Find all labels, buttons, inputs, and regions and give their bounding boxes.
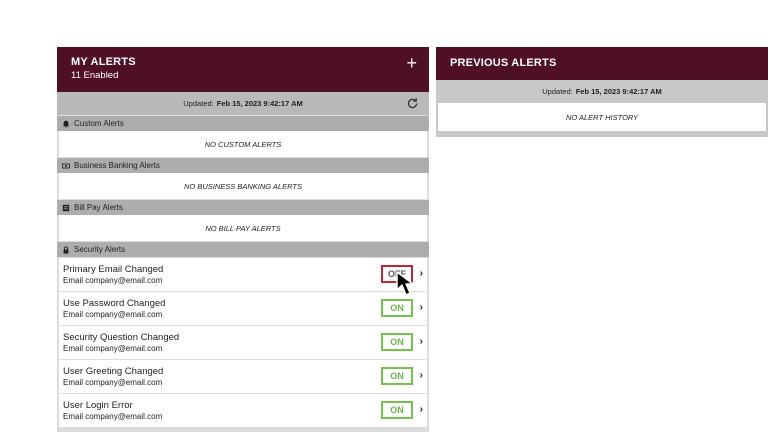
section-title: Custom Alerts xyxy=(74,119,124,128)
updated-value: Feb 15, 2023 9:42:17 AM xyxy=(575,87,662,96)
my-alerts-header: MY ALERTS 11 Enabled + xyxy=(57,47,429,92)
section-title: Bill Pay Alerts xyxy=(74,203,123,212)
alert-title: User Greeting Changed xyxy=(63,366,164,377)
updated-label: Updated: xyxy=(542,87,573,96)
my-alerts-panel: MY ALERTS 11 Enabled + Updated: Feb 15, … xyxy=(57,47,429,432)
previous-alerts-header: PREVIOUS ALERTS xyxy=(436,47,768,80)
section-empty-message: NO BUSINESS BANKING ALERTS xyxy=(59,173,427,199)
chevron-right-icon[interactable]: › xyxy=(420,370,423,381)
chevron-right-icon[interactable]: › xyxy=(420,268,423,279)
section-empty-message: NO CUSTOM ALERTS xyxy=(59,131,427,157)
plus-icon[interactable]: + xyxy=(406,54,417,72)
alert-email: Email company@email.com xyxy=(63,276,163,285)
alert-email: Email company@email.com xyxy=(63,344,163,353)
bell-icon xyxy=(62,120,70,128)
no-alert-history-message: NO ALERT HISTORY xyxy=(438,103,766,131)
money-icon xyxy=(62,163,70,168)
alert-title: Security Question Changed xyxy=(63,332,180,343)
section-title: Security Alerts xyxy=(74,245,126,254)
alert-title: User Login Error xyxy=(63,400,133,411)
alert-email: Email company@email.com xyxy=(63,378,163,387)
previous-alerts-title: PREVIOUS ALERTS xyxy=(450,57,557,69)
alert-toggle[interactable]: ON xyxy=(381,401,413,419)
previous-alerts-panel: PREVIOUS ALERTS Updated: Feb 15, 2023 9:… xyxy=(436,47,768,137)
updated-bar: Updated: Feb 15, 2023 9:42:17 AM xyxy=(57,92,429,115)
alert-email: Email company@email.com xyxy=(63,310,163,319)
alert-row-user-greeting-changed[interactable]: User Greeting Changed Email company@emai… xyxy=(59,360,427,393)
alert-toggle[interactable]: ON xyxy=(381,333,413,351)
alert-row-security-question-changed[interactable]: Security Question Changed Email company@… xyxy=(59,326,427,359)
section-title: Business Banking Alerts xyxy=(74,161,160,170)
chevron-right-icon[interactable]: › xyxy=(420,302,423,313)
alert-toggle[interactable]: ON xyxy=(381,367,413,385)
chevron-right-icon[interactable]: › xyxy=(420,404,423,415)
alert-toggle[interactable]: ON xyxy=(381,299,413,317)
chevron-right-icon[interactable]: › xyxy=(420,336,423,347)
alert-title: Use Password Changed xyxy=(63,298,166,309)
section-header-custom-alerts: Custom Alerts xyxy=(57,116,429,131)
refresh-icon[interactable] xyxy=(406,97,419,110)
lock-icon xyxy=(63,245,69,254)
section-empty-message: NO BILL PAY ALERTS xyxy=(59,215,427,241)
my-alerts-title: MY ALERTS xyxy=(71,56,136,68)
alert-row-primary-email-changed[interactable]: Primary Email Changed Email company@emai… xyxy=(59,258,427,291)
alert-toggle[interactable]: OFF xyxy=(381,265,413,283)
alert-title: Primary Email Changed xyxy=(63,264,164,275)
alert-row-use-password-changed[interactable]: Use Password Changed Email company@email… xyxy=(59,292,427,325)
updated-value: Feb 15, 2023 9:42:17 AM xyxy=(216,99,303,108)
section-header-security-alerts: Security Alerts xyxy=(57,242,429,257)
section-header-business-banking-alerts: Business Banking Alerts xyxy=(57,158,429,173)
updated-label: Updated: xyxy=(183,99,214,108)
alert-row-user-login-error[interactable]: User Login Error Email company@email.com… xyxy=(59,394,427,427)
section-header-bill-pay-alerts: Bill Pay Alerts xyxy=(57,200,429,215)
document-icon xyxy=(62,204,70,211)
enabled-count: 11 Enabled xyxy=(71,70,119,81)
previous-updated-bar: Updated: Feb 15, 2023 9:42:17 AM xyxy=(436,80,768,103)
alert-email: Email company@email.com xyxy=(63,412,163,421)
